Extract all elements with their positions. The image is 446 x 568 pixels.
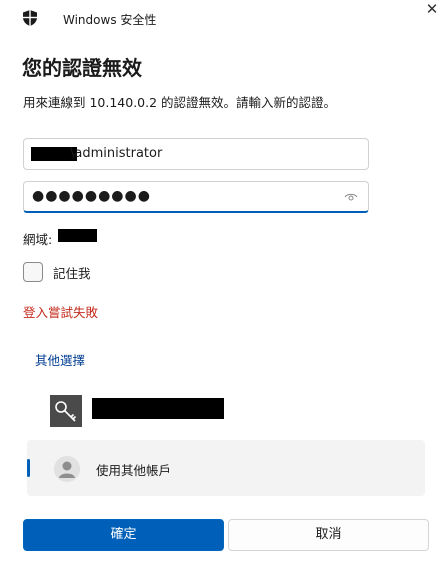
password-field[interactable]: ●●●●●●●●● bbox=[23, 181, 369, 213]
account-name-redaction bbox=[92, 398, 224, 419]
remember-me-label[interactable]: 記住我 bbox=[53, 263, 91, 282]
close-icon[interactable]: ✕ bbox=[422, 0, 442, 20]
cancel-button[interactable]: 取消 bbox=[228, 519, 429, 551]
person-icon bbox=[54, 456, 80, 482]
username-value[interactable]: \administrator bbox=[70, 146, 350, 161]
use-other-account-label: 使用其他帳戶 bbox=[96, 463, 172, 478]
use-other-account-option[interactable]: 使用其他帳戶 bbox=[27, 440, 425, 496]
dialog-heading: 您的認證無效 bbox=[22, 56, 142, 80]
error-message: 登入嘗試失敗 bbox=[23, 305, 99, 320]
selection-indicator bbox=[27, 459, 30, 477]
eye-icon[interactable] bbox=[344, 192, 358, 202]
ok-button[interactable]: 確定 bbox=[23, 519, 224, 551]
remember-me-checkbox[interactable] bbox=[23, 262, 43, 282]
password-value[interactable]: ●●●●●●●●● bbox=[32, 188, 151, 204]
window-title: Windows 安全性 bbox=[63, 13, 157, 27]
domain-redaction-block bbox=[58, 229, 97, 242]
username-field[interactable]: \administrator bbox=[23, 138, 369, 170]
dialog-description: 用來連線到 10.140.0.2 的認證無效。請輸入新的認證。 bbox=[23, 95, 337, 110]
key-icon[interactable] bbox=[50, 395, 82, 427]
shield-icon bbox=[23, 10, 37, 26]
domain-label: 網域: bbox=[23, 232, 53, 247]
more-choices-link[interactable]: 其他選擇 bbox=[35, 350, 85, 369]
